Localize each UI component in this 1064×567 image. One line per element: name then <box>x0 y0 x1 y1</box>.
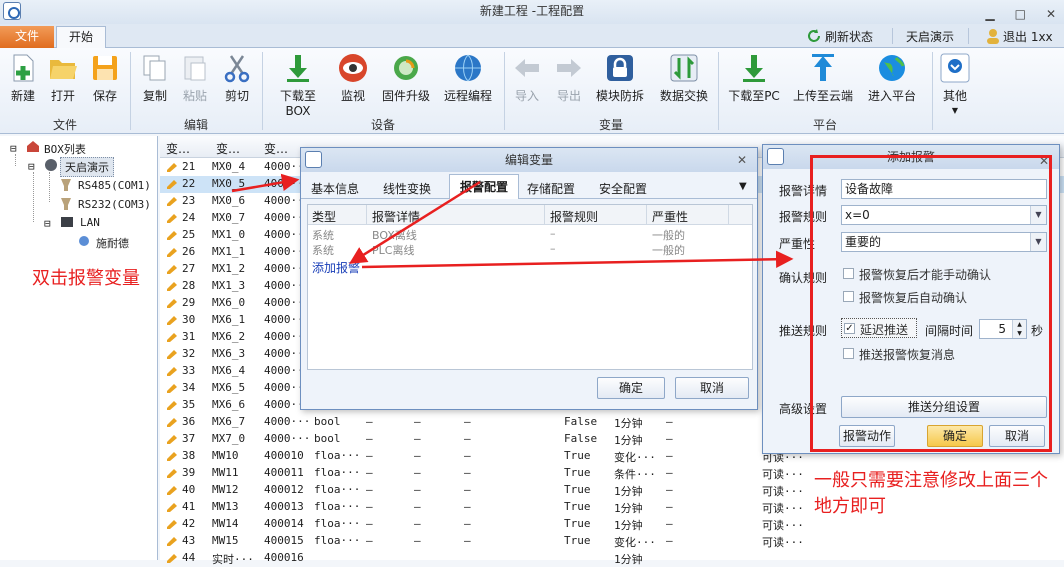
annotation-double-click: 双击报警变量 <box>32 268 140 289</box>
annotation-note: 一般只需要注意修改上面三个地方即可 <box>814 470 1048 517</box>
